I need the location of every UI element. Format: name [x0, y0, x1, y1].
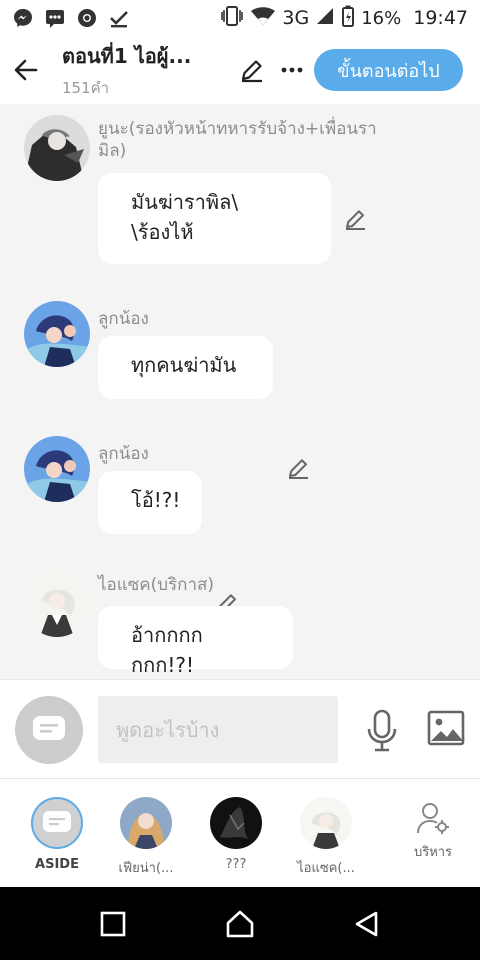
message-bubble[interactable]: มันฆ่าราพิล\ \ร้องไห้ [98, 173, 331, 264]
avatar [210, 797, 262, 849]
word-count: 151คำ [62, 79, 110, 97]
speaker-name: ยูนะ(รองหัวหน้าทหารรับจ้าง+เพื่อนรา มิล) [98, 119, 377, 161]
character-item[interactable]: เฟียน่า(... [101, 797, 191, 878]
chat-area[interactable]: ยูนะ(รองหัวหน้าทหารรับจ้าง+เพื่อนรา มิล)… [0, 104, 480, 679]
speaker-name: ไอแซค(บริกาส) [98, 575, 215, 595]
home-icon[interactable] [225, 909, 255, 939]
speaker-name: ลูกน้อง [98, 444, 149, 464]
avatar[interactable] [24, 115, 90, 181]
aside-avatar [31, 797, 83, 849]
battery-icon [341, 5, 355, 32]
message-bubble[interactable]: อ้ากกกกกกก!?! [98, 606, 293, 677]
next-step-button[interactable]: ขั้นตอนต่อไป [314, 49, 463, 91]
edit-message-icon[interactable] [343, 206, 369, 232]
microphone-icon[interactable] [364, 709, 400, 753]
avatar[interactable] [24, 301, 90, 367]
character-label: บริหาร [413, 845, 453, 860]
title-block: ตอนที่1 ไอผู้... 151คำ [52, 40, 220, 100]
more-options-button[interactable] [272, 36, 312, 104]
header-bar: ตอนที่1 ไอผู้... 151คำ ขั้นตอนต่อไป [0, 36, 480, 104]
speaker-name: ลูกน้อง [98, 309, 149, 329]
avatar [120, 797, 172, 849]
edit-message-icon[interactable] [286, 455, 312, 481]
download-check-icon [108, 7, 130, 29]
chat-app-icon [44, 7, 66, 29]
chrome-icon [76, 7, 98, 29]
aside-toggle-button[interactable] [15, 696, 83, 764]
character-item[interactable]: ??? [191, 797, 281, 872]
episode-title: ตอนที่1 ไอผู้... [62, 44, 192, 68]
user-settings-icon [417, 803, 449, 834]
character-aside[interactable]: ASIDE [12, 797, 102, 872]
manage-characters-button[interactable]: บริหาร [388, 801, 478, 862]
edit-title-button[interactable] [232, 36, 272, 104]
vibrate-icon [220, 5, 244, 32]
character-label: ??? [225, 857, 247, 872]
pencil-icon [241, 60, 262, 83]
narration-bubble-icon [33, 716, 65, 740]
recents-square-icon[interactable] [98, 909, 128, 939]
message-bubble[interactable]: โอ้!?! [98, 471, 202, 534]
message-input[interactable] [98, 696, 338, 763]
avatar[interactable] [24, 436, 90, 502]
image-upload-icon[interactable] [427, 710, 465, 746]
character-label: ไอแซค(... [297, 861, 355, 876]
character-label: เฟียน่า(... [118, 861, 174, 876]
back-arrow-icon [14, 59, 38, 81]
more-dots-icon [281, 67, 303, 73]
character-bar: ASIDE เฟียน่า(... ??? ไอแซค(... บริหาร [0, 779, 480, 887]
character-item[interactable]: ไอแซค(... [281, 797, 371, 878]
clock: 19:47 [413, 7, 468, 29]
wifi-icon [250, 5, 276, 32]
battery-level: 16% [361, 7, 402, 29]
system-nav-bar [0, 887, 480, 960]
narration-bubble-icon [43, 811, 71, 832]
character-label: ASIDE [35, 857, 79, 872]
avatar [300, 797, 352, 849]
messenger-icon [12, 7, 34, 29]
signal-icon [315, 6, 335, 31]
back-button[interactable] [0, 36, 52, 104]
message-bubble[interactable]: ทุกคนฆ่ามัน [98, 336, 273, 399]
status-bar: 3G 16% 19:47 [0, 0, 480, 36]
network-type: 3G [282, 7, 310, 29]
avatar[interactable] [24, 571, 90, 637]
compose-bar [0, 679, 480, 779]
back-triangle-icon[interactable] [352, 909, 382, 939]
